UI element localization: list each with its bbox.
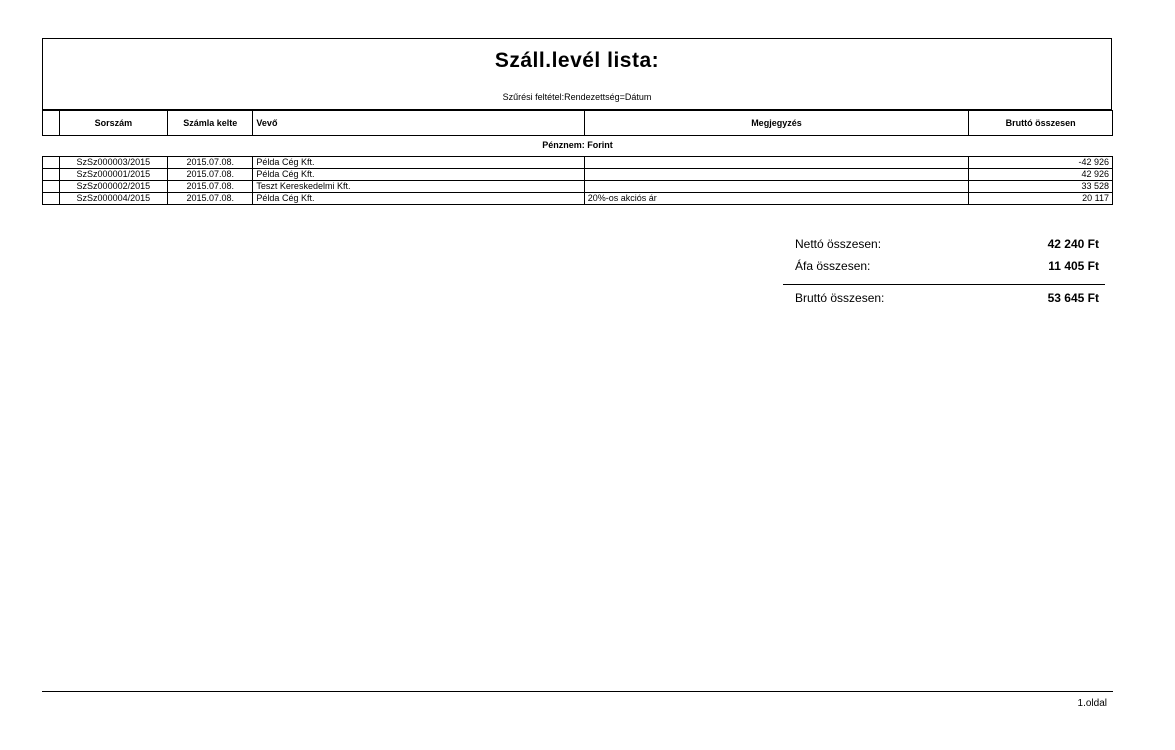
- filter-description: Szűrési feltétel:Rendezettség=Dátum: [502, 92, 652, 102]
- table-row: SzSz000002/2015 2015.07.08. Teszt Keresk…: [42, 180, 1113, 193]
- cell-sorszam: SzSz000003/2015: [58, 156, 169, 169]
- netto-total-label: Nettó összesen:: [795, 237, 882, 251]
- cell-megjegyzes: [583, 180, 970, 193]
- cell-vevo: Példa Cég Kft.: [252, 156, 585, 169]
- table-row: SzSz000001/2015 2015.07.08. Példa Cég Kf…: [42, 168, 1113, 181]
- summary-divider: [783, 284, 1105, 285]
- brutto-total-row: Bruttó összesen: 53 645 Ft: [783, 289, 1105, 311]
- cell-datum: 2015.07.08.: [166, 180, 254, 193]
- cell-sorszam: SzSz000001/2015: [58, 168, 169, 181]
- column-header-row: Sorszám Számla kelte Vevő Megjegyzés Bru…: [42, 110, 1113, 136]
- table-row: SzSz000003/2015 2015.07.08. Példa Cég Kf…: [42, 156, 1113, 169]
- afa-total-row: Áfa összesen: 11 405 Ft: [783, 257, 1105, 279]
- cell-datum: 2015.07.08.: [166, 168, 254, 181]
- cell-vevo: Példa Cég Kft.: [252, 168, 585, 181]
- cell-brutto: 20 117: [968, 192, 1113, 205]
- cell-brutto: -42 926: [968, 156, 1113, 169]
- cell-megjegyzes: [583, 168, 970, 181]
- column-header-table: Sorszám Számla kelte Vevő Megjegyzés Bru…: [42, 110, 1113, 136]
- column-header-blank: [42, 110, 60, 136]
- table-row: SzSz000004/2015 2015.07.08. Példa Cég Kf…: [42, 192, 1113, 205]
- row-marker: [42, 168, 60, 181]
- column-header-megjegyzes: Megjegyzés: [583, 110, 970, 136]
- cell-megjegyzes: [583, 156, 970, 169]
- row-marker: [42, 156, 60, 169]
- currency-group-label: Pénznem: Forint: [542, 140, 613, 150]
- column-header-vevo: Vevő: [252, 110, 585, 136]
- cell-vevo: Példa Cég Kft.: [252, 192, 585, 205]
- cell-sorszam: SzSz000002/2015: [58, 180, 169, 193]
- cell-datum: 2015.07.08.: [166, 192, 254, 205]
- cell-brutto: 33 528: [968, 180, 1113, 193]
- column-header-sorszam: Sorszám: [58, 110, 169, 136]
- column-header-brutto: Bruttó összesen: [968, 110, 1113, 136]
- cell-brutto: 42 926: [968, 168, 1113, 181]
- page-number: 1.oldal: [1077, 698, 1107, 709]
- afa-total-label: Áfa összesen:: [795, 259, 871, 273]
- row-marker: [42, 192, 60, 205]
- netto-total-row: Nettó összesen: 42 240 Ft: [783, 235, 1105, 257]
- delivery-note-table: SzSz000003/2015 2015.07.08. Példa Cég Kf…: [42, 156, 1113, 205]
- brutto-total-value: 53 645 Ft: [1047, 291, 1099, 305]
- footer-divider: [42, 691, 1113, 692]
- report-header: Száll.levél lista: Szűrési feltétel:Rend…: [42, 38, 1112, 110]
- totals-summary: Nettó összesen: 42 240 Ft Áfa összesen: …: [783, 235, 1105, 311]
- netto-total-value: 42 240 Ft: [1047, 237, 1099, 251]
- column-header-szamla-kelte: Számla kelte: [166, 110, 254, 136]
- report-title: Száll.levél lista:: [494, 49, 660, 72]
- afa-total-value: 11 405 Ft: [1048, 259, 1099, 273]
- brutto-total-label: Bruttó összesen:: [795, 291, 885, 305]
- cell-megjegyzes: 20%-os akciós ár: [583, 192, 970, 205]
- row-marker: [42, 180, 60, 193]
- cell-datum: 2015.07.08.: [166, 156, 254, 169]
- cell-sorszam: SzSz000004/2015: [58, 192, 169, 205]
- cell-vevo: Teszt Kereskedelmi Kft.: [252, 180, 585, 193]
